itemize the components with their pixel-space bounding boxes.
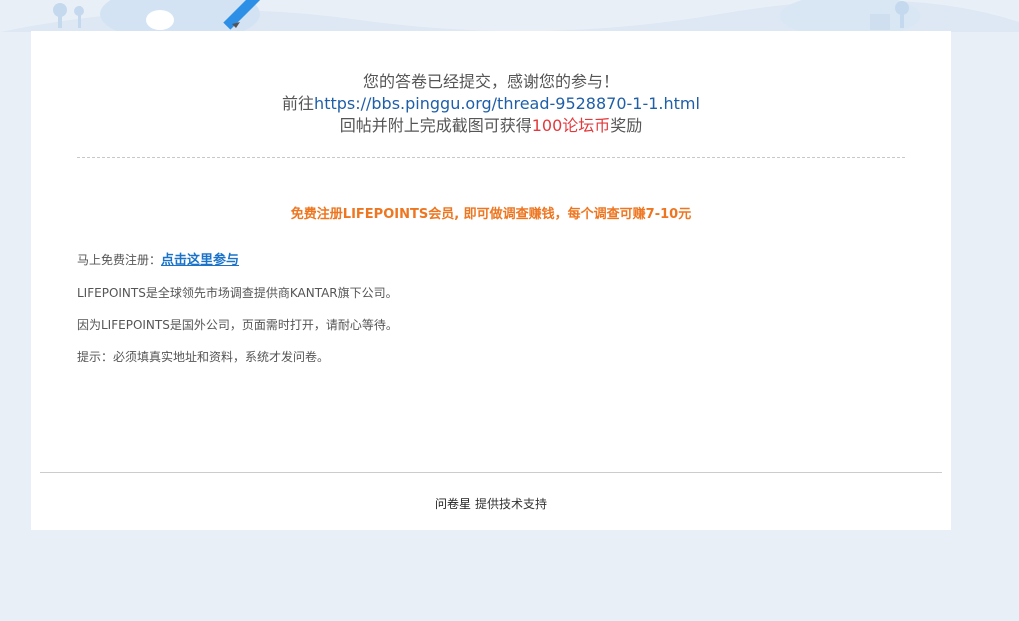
tip-text: 提示：必须填真实地址和资料，系统才发问卷。	[77, 350, 330, 364]
reward-prefix: 回帖并附上完成截图可获得	[339, 116, 532, 135]
result-card: 您的答卷已经提交，感谢您的参与！ 前往https://bbs.pinggu.or…	[31, 31, 951, 530]
header-banner-illustration	[0, 0, 1019, 32]
patience-notice-text: 因为LIFEPOINTS是国外公司，页面需时打开，请耐心等待。	[77, 318, 398, 332]
reward-suffix: 奖励	[610, 116, 643, 135]
footer-support-text: 提供技术支持	[475, 497, 548, 511]
register-link[interactable]: 点击这里参与	[161, 253, 239, 268]
section-divider	[77, 157, 905, 158]
forum-link-prefix: 前往	[282, 94, 315, 113]
promo-headline: 免费注册LIFEPOINTS会员, 即可做调查赚钱，每个调查可赚7-10元	[290, 207, 692, 222]
footer-divider	[40, 472, 942, 473]
submit-thanks-message: 您的答卷已经提交，感谢您的参与！	[362, 72, 619, 91]
register-prefix: 马上免费注册：	[77, 253, 162, 267]
company-info-text: LIFEPOINTS是全球领先市场调查提供商KANTAR旗下公司。	[77, 286, 398, 300]
reward-amount: 100论坛币	[531, 116, 611, 135]
footer-credit: 问卷星 提供技术支持	[31, 495, 951, 512]
forum-link-line: 前往https://bbs.pinggu.org/thread-9528870-…	[31, 93, 951, 115]
reward-line: 回帖并附上完成截图可获得100论坛币奖励	[31, 115, 951, 137]
footer-brand-link[interactable]: 问卷星	[435, 497, 471, 511]
forum-thread-link[interactable]: https://bbs.pinggu.org/thread-9528870-1-…	[314, 94, 700, 113]
register-line: 马上免费注册：点击这里参与	[77, 249, 239, 268]
